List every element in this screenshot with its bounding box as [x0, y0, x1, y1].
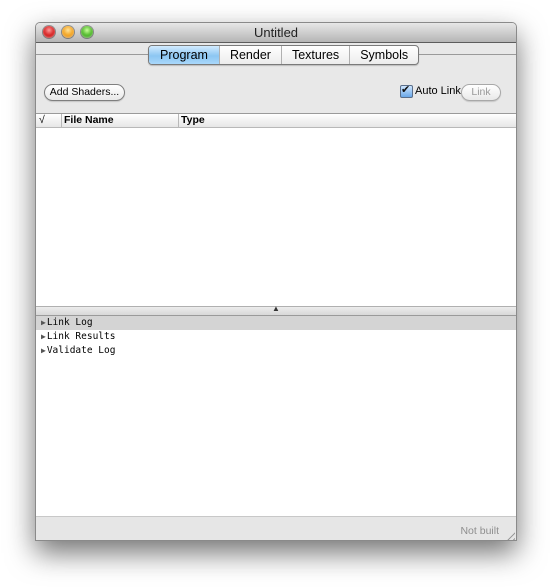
log-item-label: Link Results: [46, 331, 116, 342]
resize-grip-icon[interactable]: [504, 529, 515, 540]
build-status: Not built: [460, 525, 499, 537]
tab-symbols[interactable]: Symbols: [350, 46, 418, 64]
add-shaders-button[interactable]: Add Shaders...: [44, 84, 125, 101]
auto-link-checkbox[interactable]: [400, 83, 413, 98]
column-header-type[interactable]: Type: [178, 114, 511, 127]
link-button[interactable]: Link: [461, 84, 501, 101]
window-title: Untitled: [253, 25, 299, 40]
auto-link-label[interactable]: Auto Link: [415, 85, 461, 97]
log-item-link-log[interactable]: ▶ Link Log: [36, 316, 516, 330]
title-bar[interactable]: Untitled: [36, 23, 516, 43]
log-item-validate-log[interactable]: ▶ Validate Log: [36, 344, 516, 358]
tab-bar: Program Render Textures Symbols: [148, 45, 420, 65]
toolbar-area: Program Render Textures Symbols Add Shad…: [36, 43, 516, 119]
log-item-link-results[interactable]: ▶ Link Results: [36, 330, 516, 344]
split-view-divider[interactable]: ▲: [36, 304, 516, 316]
tab-render[interactable]: Render: [220, 46, 282, 64]
status-bar: Not built: [36, 516, 516, 540]
table-header: √ File Name Type: [36, 114, 516, 128]
column-header-check[interactable]: √: [36, 114, 62, 127]
disclosure-triangle-icon[interactable]: ▶: [41, 316, 46, 330]
log-outline: ▶ Link Log ▶ Link Results ▶ Validate Log: [36, 316, 516, 516]
log-item-label: Validate Log: [46, 345, 116, 356]
app-window: Untitled Program Render Textures Symbols…: [35, 22, 517, 541]
disclosure-triangle-icon[interactable]: ▶: [41, 344, 46, 358]
tab-program[interactable]: Program: [149, 46, 220, 64]
splitter-grip-icon[interactable]: ▲: [272, 304, 280, 313]
tab-textures[interactable]: Textures: [282, 46, 351, 64]
column-header-file-name[interactable]: File Name: [61, 114, 179, 127]
log-item-label: Link Log: [46, 317, 93, 328]
disclosure-triangle-icon[interactable]: ▶: [41, 330, 46, 344]
shader-file-table[interactable]: √ File Name Type: [36, 113, 516, 307]
